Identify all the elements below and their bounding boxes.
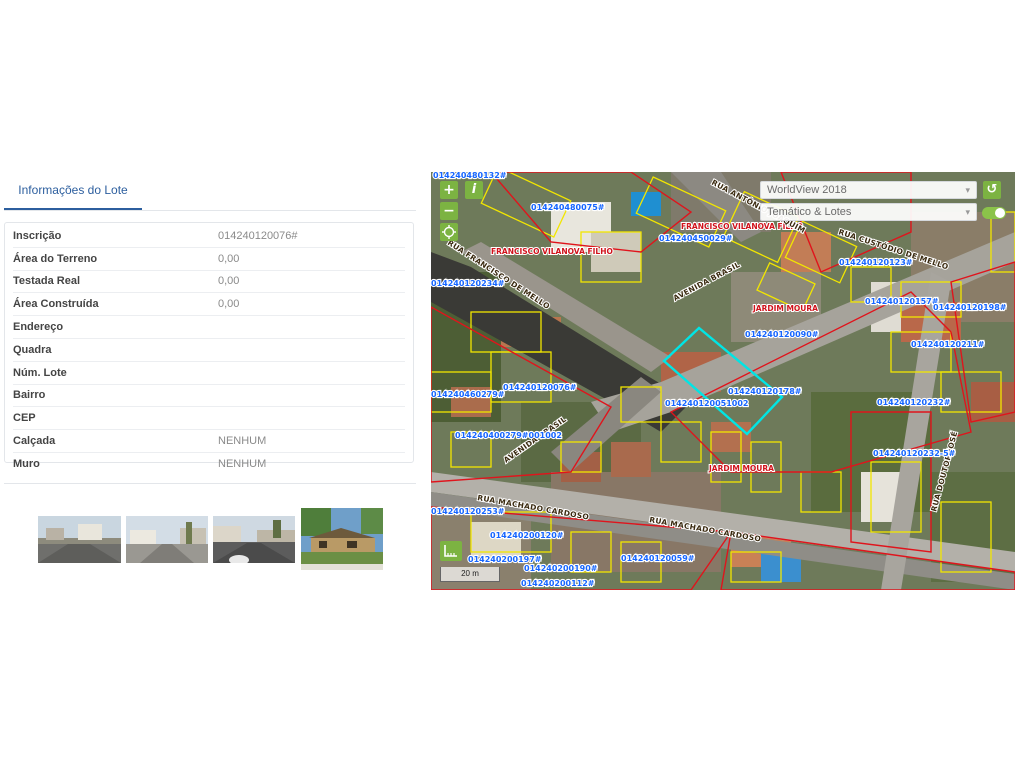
zoom-out-button[interactable]: −: [440, 202, 458, 220]
parcel-label: 014240120076#: [503, 383, 577, 392]
parcel-label: 014240120253#: [431, 507, 505, 516]
house-photo: [301, 508, 383, 570]
info-label: Endereço: [13, 321, 64, 334]
parcel-label: 014240120232#: [877, 398, 951, 407]
chevron-down-icon: ▾: [965, 207, 970, 217]
parcel-label: 014240400279#001002: [455, 431, 562, 440]
info-row: Bairro: [13, 385, 405, 408]
parcel-label: 014240120234#: [431, 279, 505, 288]
info-label: Testada Real: [13, 275, 81, 288]
info-row: CEP: [13, 407, 405, 431]
info-row: Área Construída 0,00: [13, 293, 405, 317]
parcel-label: 014240120232-5#: [873, 449, 956, 458]
measure-button[interactable]: [440, 541, 462, 561]
street-photo-3: [213, 516, 295, 563]
info-label: Núm. Lote: [13, 366, 67, 379]
toggle-knob: [995, 208, 1005, 218]
info-value: NENHUM: [218, 457, 267, 470]
place-label: JARDIM MOURA: [708, 464, 774, 473]
info-label: Calçada: [13, 435, 56, 448]
info-value: 0,00: [218, 298, 240, 311]
overlay-select[interactable]: Temático & Lotes ▾: [760, 203, 977, 221]
info-row: Calçada NENHUM: [13, 430, 405, 453]
parcel-label: 014240120211#: [911, 340, 985, 349]
parcel-label: 014240120157#: [865, 297, 939, 306]
info-label: Muro: [13, 457, 40, 470]
lot-info-table: Inscrição 014240120076# Área do Terreno 0,0…: [4, 222, 414, 470]
chevron-down-icon: ▾: [965, 185, 970, 195]
photo-thumbnail-2[interactable]: [126, 516, 208, 563]
photo-thumbnail-1[interactable]: [38, 516, 121, 563]
photo-thumbnail-4[interactable]: [301, 508, 383, 570]
info-row: Quadra: [13, 339, 405, 362]
info-row: Endereço: [13, 316, 405, 339]
info-row: Núm. Lote: [13, 362, 405, 385]
place-label: JARDIM MOURA: [752, 304, 818, 313]
info-value: 0,00: [218, 275, 240, 288]
info-label: Bairro: [13, 389, 46, 402]
info-button[interactable]: i: [465, 181, 483, 199]
overlay-toggle[interactable]: [982, 207, 1006, 219]
parcel-label: 014240200190#: [524, 564, 598, 573]
parcel-label: 014240120051002: [665, 399, 749, 408]
crosshair-icon: [442, 225, 456, 239]
divider: [4, 483, 416, 484]
info-label: Inscrição: [13, 229, 62, 242]
parcel-label: 014240450029#: [659, 234, 733, 243]
parcel-label: 014240460279#: [431, 390, 505, 399]
parcel-label: 014240120090#: [745, 330, 819, 339]
scale-bar: 20 m: [440, 567, 500, 582]
overlay-select-value: Temático & Lotes: [767, 206, 852, 218]
basemap-select[interactable]: WorldView 2018 ▾: [760, 181, 977, 199]
parcel-label: 014240200112#: [521, 579, 595, 588]
street-photo-2: [126, 516, 208, 563]
info-label: Área do Terreno: [13, 252, 98, 265]
info-label: CEP: [13, 412, 36, 425]
info-value: 0,00: [218, 252, 240, 265]
reset-button[interactable]: ↺: [983, 181, 1001, 199]
info-row: Inscrição 014240120076#: [13, 225, 405, 248]
basemap-select-value: WorldView 2018: [767, 184, 847, 196]
parcel-label: 014240120123#: [839, 258, 913, 267]
locate-button[interactable]: [440, 223, 458, 241]
parcel-label: 014240200120#: [490, 531, 564, 540]
photo-gallery: [38, 508, 388, 574]
info-row: Testada Real 0,00: [13, 271, 405, 294]
parcel-label: 014240120178#: [728, 387, 802, 396]
photo-thumbnail-3[interactable]: [213, 516, 295, 563]
info-row: Muro NENHUM: [13, 453, 405, 475]
place-label: FRANCISCO VILANOVA FILHO: [491, 247, 613, 256]
info-label: Quadra: [13, 343, 52, 356]
ruler-icon: [444, 545, 457, 557]
lot-info-panel: Informações do Lote Inscrição 01424012007…: [4, 172, 418, 582]
parcel-label: 014240120198#: [933, 303, 1007, 312]
aerial-imagery: FRANCISCO VILANOVA FILHO FRANCISCO VILAN…: [431, 172, 1015, 590]
info-value: NENHUM: [218, 435, 267, 448]
tab-bar: Informações do Lote: [4, 172, 416, 211]
info-value: 014240120076#: [218, 229, 298, 242]
parcel-label: 014240480132#: [433, 172, 507, 180]
street-photo-1: [38, 516, 121, 563]
map-view[interactable]: FRANCISCO VILANOVA FILHO FRANCISCO VILAN…: [431, 172, 1015, 590]
zoom-in-button[interactable]: +: [440, 181, 458, 199]
info-row: Área do Terreno 0,00: [13, 248, 405, 271]
parcel-label: 014240200197#: [468, 555, 542, 564]
parcel-label: 014240480075#: [531, 203, 605, 212]
tab-lot-info[interactable]: Informações do Lote: [4, 172, 142, 210]
parcel-label: 014240120059#: [621, 554, 695, 563]
info-label: Área Construída: [13, 298, 99, 311]
